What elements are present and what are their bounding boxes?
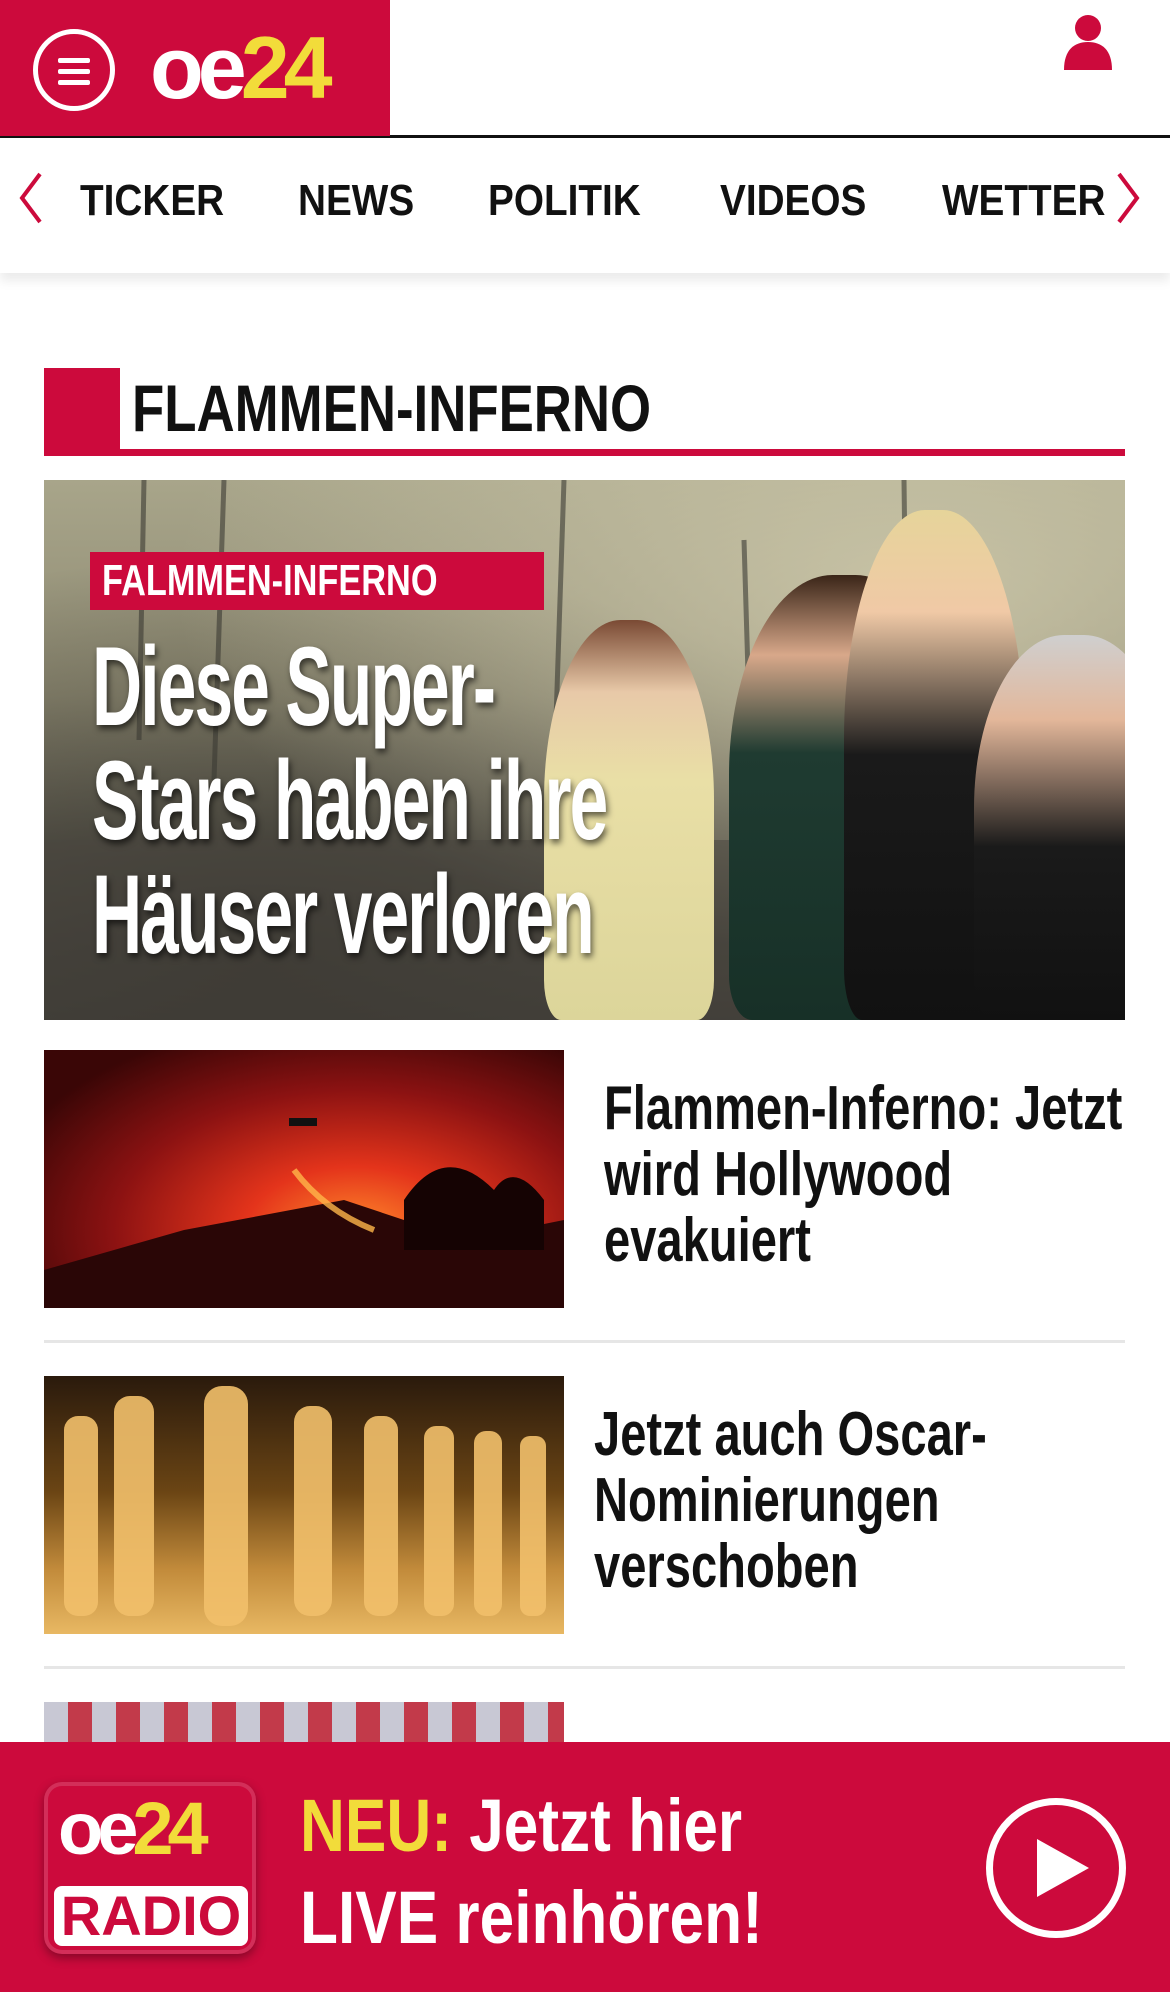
section-title[interactable]: FLAMMEN-INFERNO <box>132 368 651 448</box>
teaser-image <box>44 1376 564 1634</box>
oe24-radio-logo: oe24 RADIO <box>44 1782 256 1954</box>
hero-article[interactable]: FALMMEN-INFERNO Diese Super- Stars haben… <box>44 480 1125 1020</box>
hero-kicker-badge: FALMMEN-INFERNO <box>90 552 545 610</box>
chevron-left-icon[interactable] <box>16 168 46 228</box>
nav-item-news[interactable]: NEWS <box>298 176 414 226</box>
hamburger-menu-icon[interactable] <box>33 29 115 111</box>
user-icon[interactable] <box>1062 14 1114 70</box>
hero-headline[interactable]: Diese Super- Stars haben ihre Häuser ver… <box>92 630 792 972</box>
teaser-article[interactable]: Flammen-Inferno: Jetzt wird Hollywood ev… <box>44 1050 1125 1308</box>
teaser-title[interactable]: Flammen-Inferno: Jetzt wird Hollywood ev… <box>604 1076 1164 1274</box>
section-header: FLAMMEN-INFERNO <box>44 368 1125 456</box>
category-nav: TICKER NEWS POLITIK VIDEOS WETTER <box>0 138 1170 273</box>
section-underline <box>44 449 1125 456</box>
top-header: oe24 <box>0 0 1170 138</box>
nav-item-ticker[interactable]: TICKER <box>80 176 224 226</box>
nav-item-videos[interactable]: VIDEOS <box>720 176 866 226</box>
radio-banner[interactable]: oe24 RADIO NEU: Jetzt hier LIVE reinhöre… <box>0 1742 1170 1992</box>
divider <box>44 1666 1125 1669</box>
oe24-logo[interactable]: oe24 <box>150 22 333 114</box>
teaser-article[interactable]: Jetzt auch Oscar- Nominierungen verschob… <box>44 1376 1125 1634</box>
oscar-statuettes-art <box>64 1386 546 1626</box>
divider <box>44 1340 1125 1343</box>
radio-promo-line-1: NEU: Jetzt hier <box>300 1784 743 1867</box>
brand-box: oe24 <box>0 0 390 136</box>
radio-promo-line-2: LIVE reinhören! <box>300 1876 763 1959</box>
play-icon[interactable] <box>986 1798 1126 1938</box>
hero-person-4 <box>974 635 1125 1020</box>
nav-item-wetter[interactable]: WETTER <box>942 176 1105 226</box>
chevron-right-icon[interactable] <box>1113 168 1143 228</box>
section-accent-block <box>44 368 120 456</box>
fire-scene-art <box>44 1118 564 1308</box>
teaser-title[interactable]: Jetzt auch Oscar- Nominierungen verschob… <box>594 1402 1154 1600</box>
teaser-image <box>44 1050 564 1308</box>
radio-label: RADIO <box>54 1886 248 1946</box>
nav-item-politik[interactable]: POLITIK <box>488 176 641 226</box>
